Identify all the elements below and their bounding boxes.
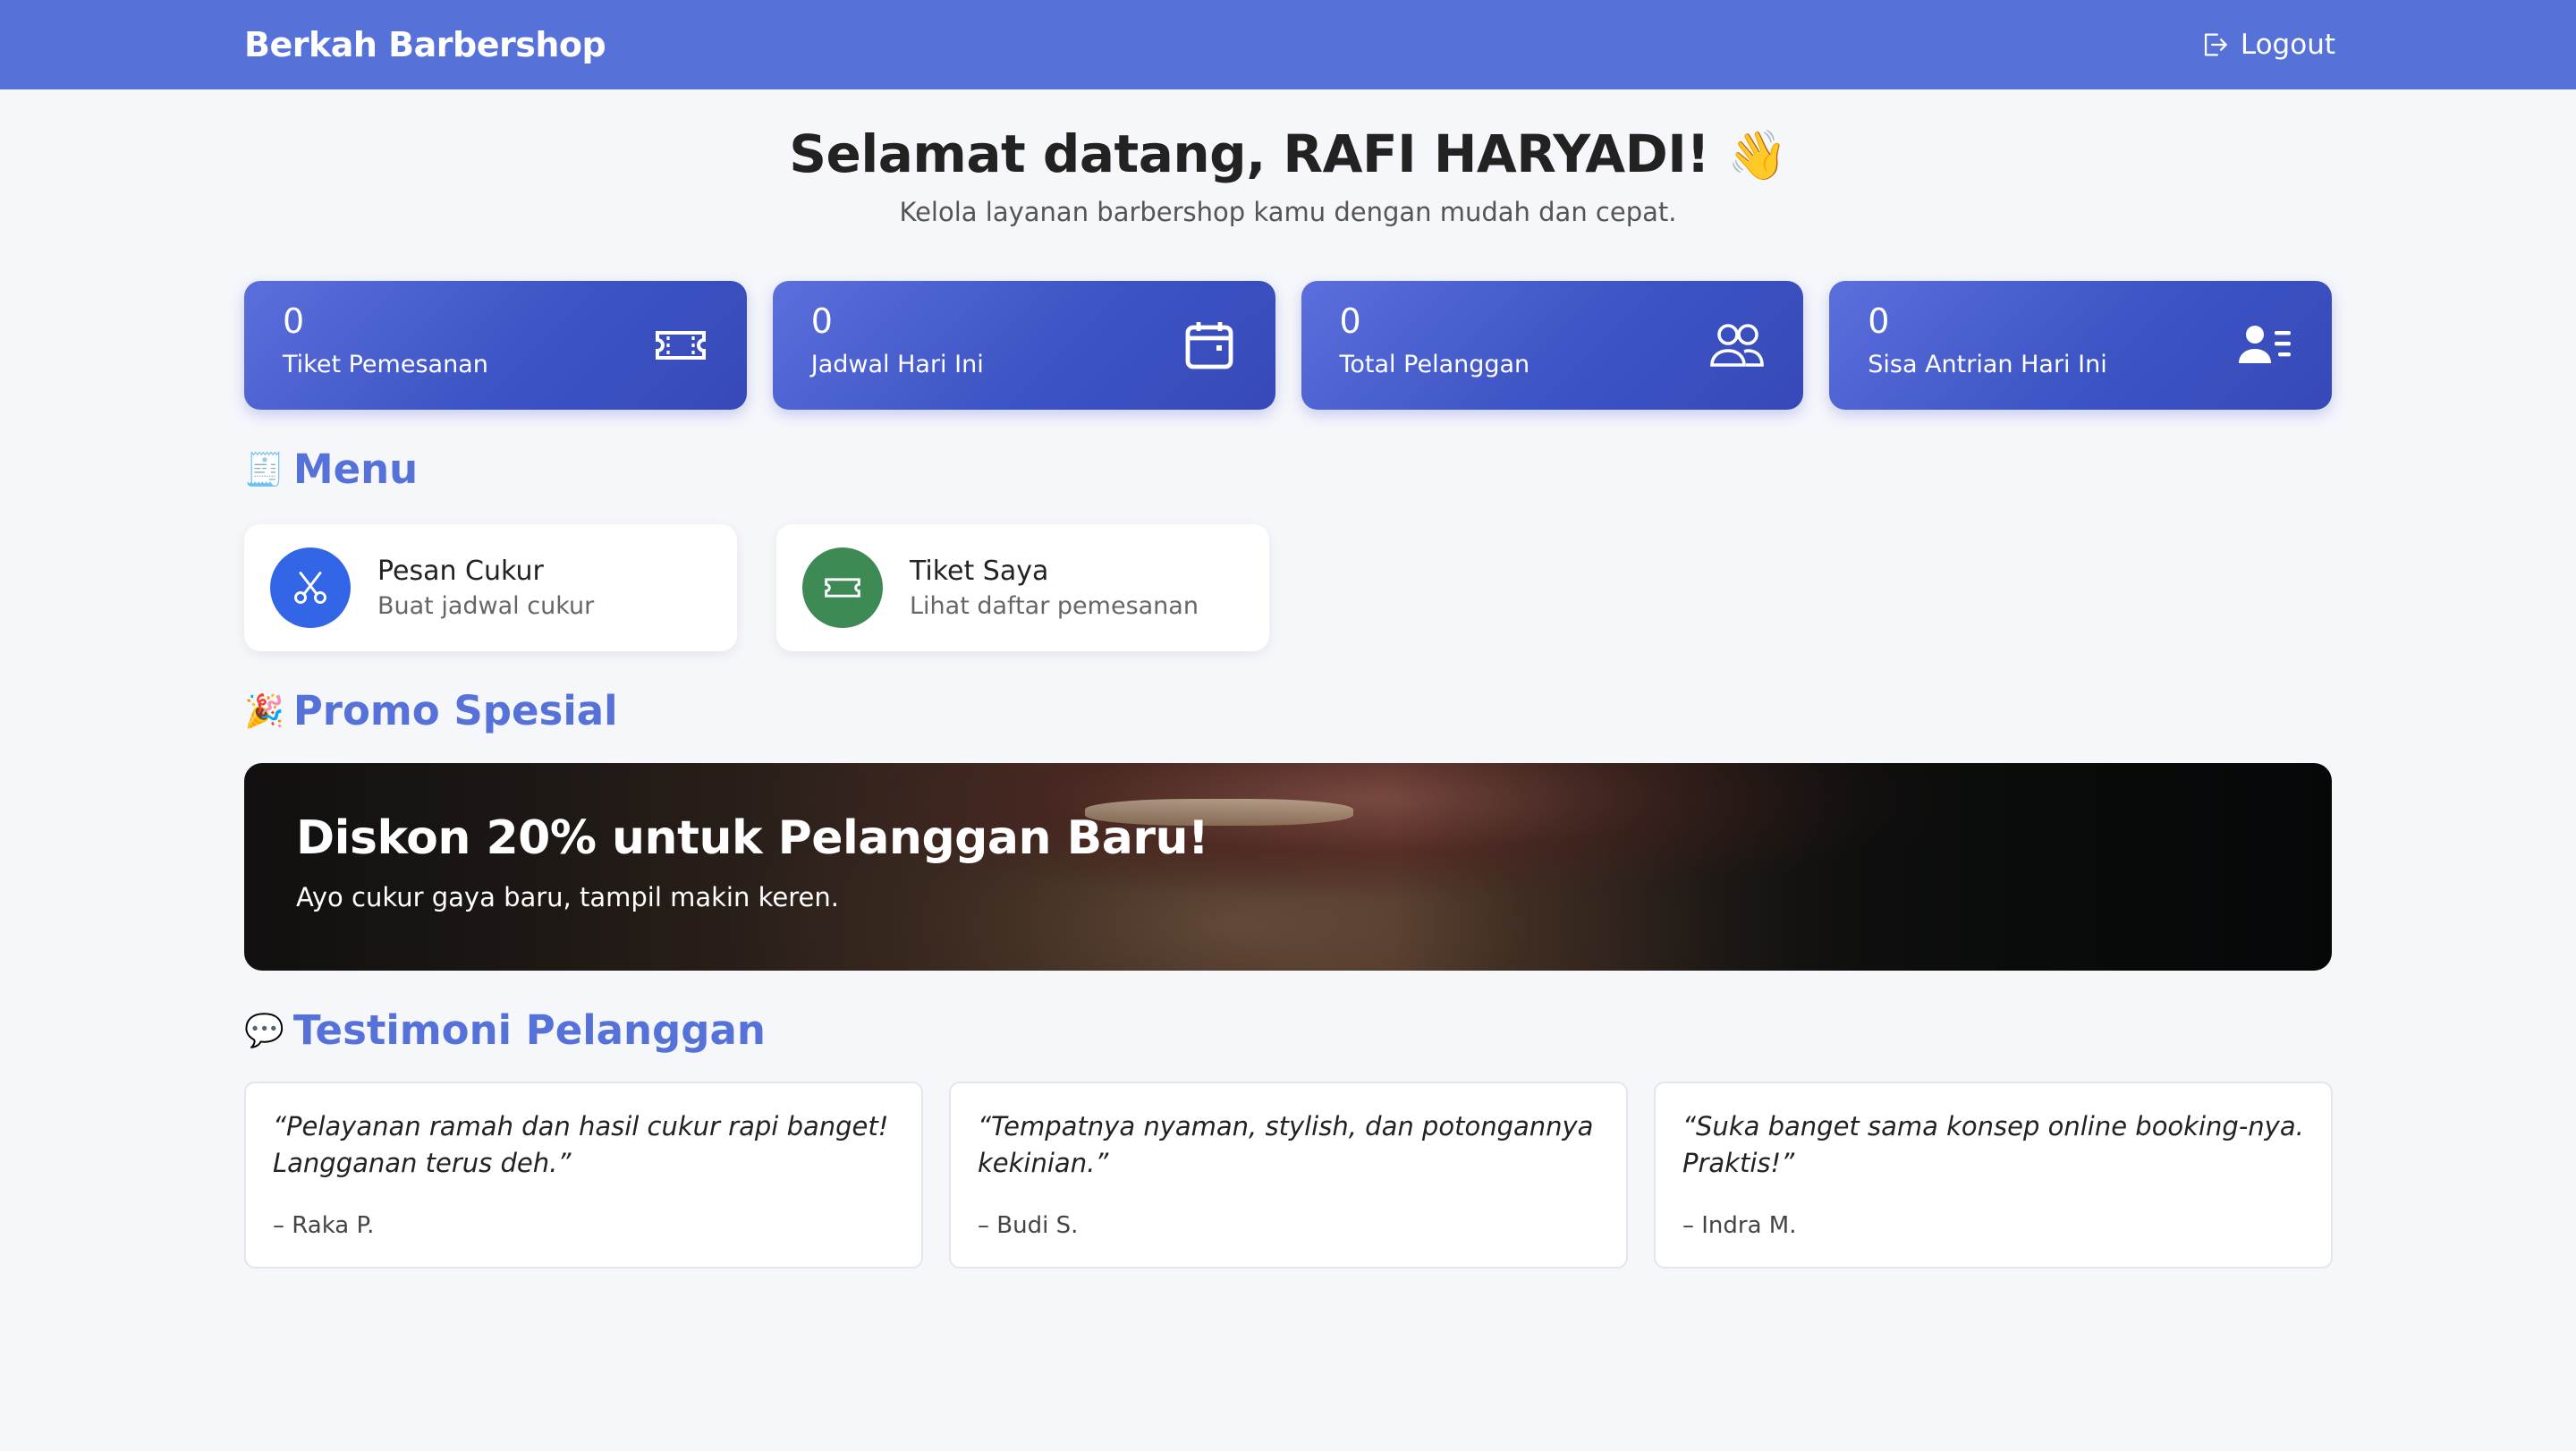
party-popper-icon: 🎉 (244, 692, 284, 730)
people-icon (1710, 324, 1765, 367)
stat-card-customers: 0 Total Pelanggan (1301, 281, 1804, 410)
testimonial-author: – Indra M. (1682, 1212, 1797, 1239)
welcome-subtitle: Kelola layanan barbershop kamu dengan mu… (899, 197, 1677, 227)
navbar: Berkah Barbershop Logout (0, 0, 2576, 89)
testimonial-author: – Raka P. (273, 1212, 375, 1239)
testimonial-card: “Tempatnya nyaman, stylish, dan potongan… (949, 1082, 1628, 1269)
menu-card-title: Pesan Cukur (377, 556, 544, 587)
speech-bubble-icon: 💬 (244, 1012, 284, 1049)
menu-card-tiket-saya[interactable]: Tiket Saya Lihat daftar pemesanan (776, 524, 1269, 651)
waving-hand-emoji: 👋 (1727, 127, 1787, 183)
stats-row: 0 Tiket Pemesanan 0 Jadwal Hari Ini 0 To… (244, 281, 2332, 410)
testimonials-title: Testimoni Pelanggan (292, 1006, 766, 1054)
receipt-icon: 🧾 (244, 451, 284, 488)
menu-card-title: Tiket Saya (910, 556, 1049, 587)
promo-section-title: 🎉 Promo Spesial (244, 687, 618, 734)
testimonial-quote: “Suka banget sama konsep online booking-… (1682, 1111, 2304, 1178)
menu-cards: Pesan Cukur Buat jadwal cukur Tiket Saya… (244, 524, 1269, 651)
scissors-icon (294, 572, 326, 604)
menu-card-subtitle: Lihat daftar pemesanan (910, 592, 1199, 620)
logout-button[interactable]: Logout (2199, 29, 2335, 61)
promo-text: Ayo cukur gaya baru, tampil makin keren. (296, 882, 839, 912)
menu-icon-circle (802, 547, 883, 628)
stat-card-tickets: 0 Tiket Pemesanan (244, 281, 747, 410)
testimonial-quote: “Tempatnya nyaman, stylish, dan potongan… (978, 1111, 1594, 1178)
testimonial-author: – Budi S. (978, 1212, 1079, 1239)
ticket-icon (655, 331, 706, 360)
testimonial-quote: “Pelayanan ramah dan hasil cukur rapi ba… (273, 1111, 889, 1178)
welcome-header: Selamat datang, RAFI HARYADI! 👋 Kelola l… (0, 123, 2576, 227)
welcome-title-text: Selamat datang, RAFI HARYADI! (789, 123, 1710, 184)
promo-headline: Diskon 20% untuk Pelanggan Baru! (296, 811, 1209, 865)
promo-title: Promo Spesial (292, 687, 618, 734)
testimonial-card: “Pelayanan ramah dan hasil cukur rapi ba… (244, 1082, 923, 1269)
logout-label: Logout (2240, 29, 2335, 61)
brand-logo[interactable]: Berkah Barbershop (244, 25, 606, 64)
testimonials-section-title: 💬 Testimoni Pelanggan (244, 1006, 766, 1054)
menu-card-subtitle: Buat jadwal cukur (377, 592, 595, 620)
menu-icon-circle (270, 547, 351, 628)
menu-section-title: 🧾 Menu (244, 445, 418, 493)
stat-card-schedule: 0 Jadwal Hari Ini (772, 281, 1275, 410)
menu-card-pesan-cukur[interactable]: Pesan Cukur Buat jadwal cukur (244, 524, 737, 651)
testimonial-card: “Suka banget sama konsep online booking-… (1654, 1082, 2333, 1269)
calendar-icon (1185, 322, 1233, 369)
ticket-icon (825, 578, 860, 598)
welcome-title: Selamat datang, RAFI HARYADI! 👋 (0, 123, 2576, 184)
menu-title: Menu (292, 445, 419, 493)
stat-card-queue: 0 Sisa Antrian Hari Ini (1829, 281, 2332, 410)
testimonials-row: “Pelayanan ramah dan hasil cukur rapi ba… (244, 1082, 2333, 1269)
logout-icon (2204, 33, 2227, 56)
promo-banner[interactable]: Diskon 20% untuk Pelanggan Baru! Ayo cuk… (244, 763, 2332, 971)
person-lines-icon (2239, 326, 2291, 363)
